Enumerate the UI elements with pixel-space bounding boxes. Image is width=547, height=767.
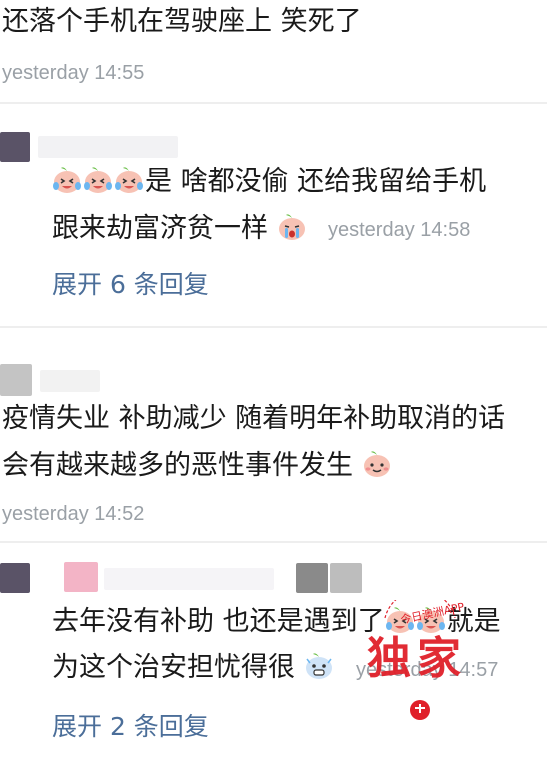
crying-laughing-emoji [416, 605, 446, 635]
avatar[interactable] [0, 364, 32, 396]
comment-text: 会有越来越多的恶性事件发生 [2, 450, 353, 481]
shocked-emoji [304, 651, 334, 681]
sweat-smile-emoji [362, 449, 392, 479]
comment-text: 是 啥都没偷 还给我留给手机 [145, 166, 487, 197]
comment-timestamp: yesterday 14:57 [356, 659, 499, 681]
username[interactable] [64, 562, 98, 592]
divider [0, 326, 547, 328]
comment-line: 跟来劫富济贫一样 [52, 209, 308, 249]
crying-laughing-emoji [52, 165, 82, 195]
comment-timestamp: yesterday 14:52 [2, 503, 145, 525]
username[interactable] [104, 568, 274, 590]
comment-timestamp: yesterday 14:55 [2, 62, 145, 84]
comment-line: 去年没有补助 也还是遇到了 就是 [52, 602, 501, 642]
divider [0, 102, 547, 104]
comment-text: 就是 [446, 606, 501, 637]
comment-text: 疫情失业 补助减少 随着明年补助取消的话 [2, 403, 506, 434]
comment-text: 还落个手机在驾驶座上 笑死了 [2, 6, 362, 37]
comment-line: 为这个治安担忧得很 [52, 648, 335, 688]
badge [330, 563, 362, 593]
crying-laughing-emoji [114, 165, 144, 195]
comment-text: 跟来劫富济贫一样 [52, 213, 268, 244]
expand-replies-button[interactable]: 展开 6 条回复 [52, 265, 209, 301]
comment-text: 去年没有补助 也还是遇到了 [52, 606, 385, 637]
comment-line: 会有越来越多的恶性事件发生 [2, 446, 393, 486]
avatar[interactable] [0, 132, 30, 162]
expand-replies-button[interactable]: 展开 2 条回复 [52, 707, 209, 743]
crying-emoji [277, 212, 307, 242]
username[interactable] [38, 136, 178, 158]
comment-text: 为这个治安担忧得很 [52, 652, 295, 683]
badge [296, 563, 328, 593]
username[interactable] [40, 370, 100, 392]
comment-timestamp: yesterday 14:58 [328, 219, 471, 241]
divider [0, 541, 547, 543]
crying-laughing-emoji [83, 165, 113, 195]
comment-line: 是 啥都没偷 还给我留给手机 [52, 162, 486, 202]
crying-laughing-emoji [385, 605, 415, 635]
avatar[interactable] [0, 563, 30, 593]
